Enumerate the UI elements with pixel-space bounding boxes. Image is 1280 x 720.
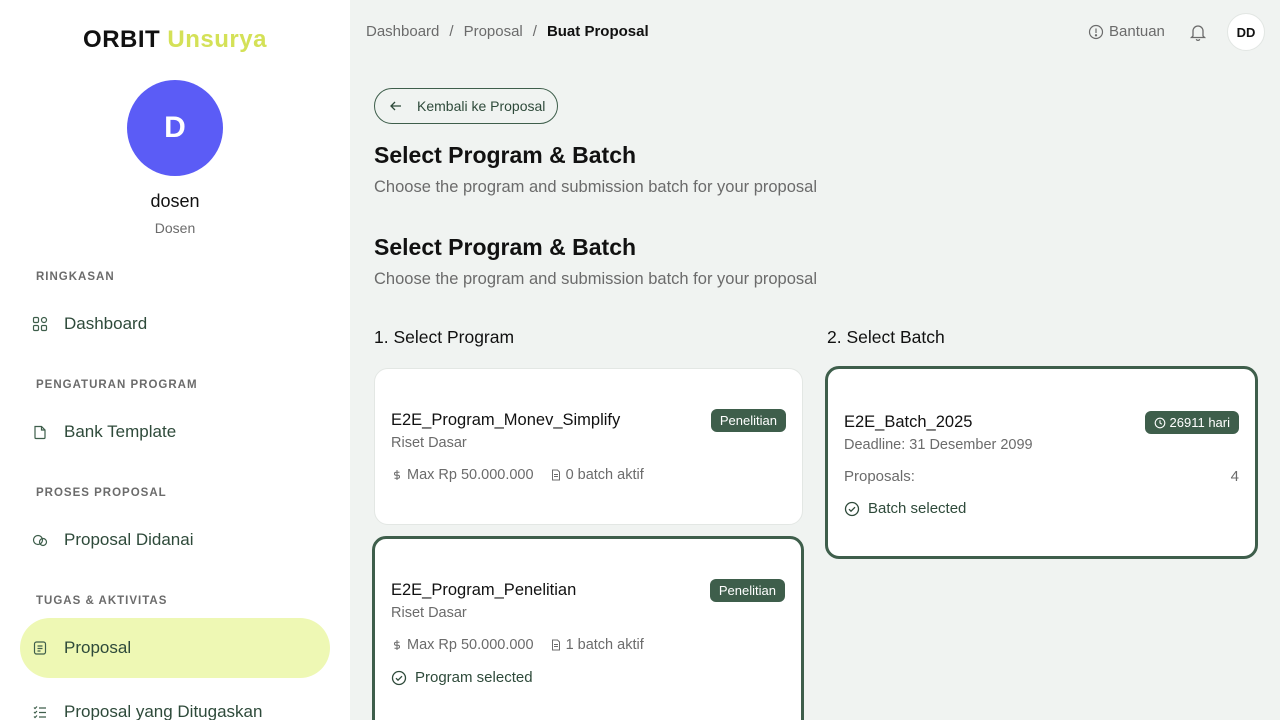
batch-name: E2E_Batch_2025	[844, 413, 973, 431]
program-category: Riset Dasar	[391, 435, 467, 451]
program-card[interactable]: E2E_Program_Monev_Simplify Penelitian Ri…	[374, 368, 803, 525]
brand-logo[interactable]: ORBIT Unsurya	[0, 26, 350, 54]
check-circle-icon	[844, 501, 860, 516]
select-batch-title: 2. Select Batch	[827, 327, 945, 347]
breadcrumb: Dashboard / Proposal / Buat Proposal	[366, 23, 649, 40]
coins-icon	[32, 532, 48, 548]
help-label: Bantuan	[1109, 23, 1165, 40]
checklist-icon	[32, 704, 48, 720]
dollar-icon	[394, 640, 400, 650]
clock-icon	[1154, 417, 1165, 428]
program-meta: Max Rp 50.000.000 1 batch aktif	[391, 637, 644, 653]
breadcrumb-separator: /	[532, 23, 537, 40]
sidebar-item-label: Bank Template	[64, 422, 177, 441]
section-title-ringkasan: RINGKASAN	[36, 271, 115, 283]
batch-proposals-count: 4	[1230, 468, 1239, 485]
user-role: Dosen	[154, 220, 196, 236]
sidebar-item-label: Proposal Didanai	[64, 530, 194, 549]
brand-part1: ORBIT	[83, 26, 161, 53]
page-title: Select Program & Batch	[374, 142, 637, 168]
section-title-tugas: TUGAS & AKTIVITAS	[36, 595, 168, 607]
batch-proposals-label: Proposals:	[844, 468, 915, 485]
document-icon	[551, 469, 560, 481]
program-name: E2E_Program_Monev_Simplify	[391, 411, 621, 429]
dollar-icon	[394, 470, 400, 480]
section-subtitle: Choose the program and submission batch …	[374, 270, 817, 288]
arrow-left-icon	[390, 101, 401, 111]
user-avatar-small[interactable]: DD	[1227, 13, 1265, 51]
program-batches: 1 batch aktif	[565, 637, 644, 653]
grid-icon	[32, 316, 48, 332]
sidebar-item-label: Proposal yang Ditugaskan	[64, 702, 263, 720]
back-button-label: Kembali ke Proposal	[417, 98, 546, 114]
breadcrumb-separator: /	[449, 23, 454, 40]
document-icon	[32, 640, 48, 656]
back-button[interactable]: Kembali ke Proposal	[374, 88, 559, 124]
breadcrumb-current: Buat Proposal	[546, 23, 649, 40]
info-icon	[1088, 24, 1104, 39]
program-card-selected[interactable]: E2E_Program_Penelitian Penelitian Riset …	[372, 536, 804, 720]
user-avatar: D	[127, 80, 223, 176]
sidebar-item-proposal[interactable]: Proposal	[20, 618, 330, 678]
sidebar-item-bank-template[interactable]: Bank Template	[20, 402, 330, 462]
program-selected-indicator: Program selected	[391, 669, 533, 686]
program-selected-label: Program selected	[415, 669, 533, 686]
sidebar-item-dashboard[interactable]: Dashboard	[20, 294, 330, 354]
sidebar-item-proposal-didanai[interactable]: Proposal Didanai	[20, 510, 330, 570]
page-subtitle: Choose the program and submission batch …	[374, 178, 817, 196]
program-type-badge: Penelitian	[709, 579, 785, 602]
program-batches: 0 batch aktif	[565, 467, 644, 483]
batch-card-selected[interactable]: E2E_Batch_2025 26911 hari Deadline: 31 D…	[825, 366, 1258, 559]
program-type-badge: Penelitian	[710, 409, 786, 432]
section-title-pengaturan: PENGATURAN PROGRAM	[36, 379, 198, 391]
program-name: E2E_Program_Penelitian	[391, 581, 577, 599]
batch-days: 26911 hari	[1169, 415, 1230, 430]
select-program-title: 1. Select Program	[374, 327, 515, 347]
batch-days-badge: 26911 hari	[1144, 411, 1239, 434]
sidebar-item-label: Dashboard	[64, 314, 148, 333]
bell-icon[interactable]	[1188, 22, 1208, 42]
brand-part2: Unsurya	[167, 26, 267, 53]
user-name: dosen	[150, 191, 200, 211]
breadcrumb-proposal[interactable]: Proposal	[464, 23, 523, 40]
document-icon	[551, 639, 560, 651]
program-max: Max Rp 50.000.000	[407, 467, 534, 483]
check-circle-icon	[391, 670, 407, 685]
section-title: Select Program & Batch	[374, 234, 637, 260]
batch-selected-label: Batch selected	[868, 500, 967, 517]
batch-proposals-row: Proposals: 4	[844, 468, 1239, 485]
sidebar: ORBIT Unsurya D dosen Dosen RINGKASAN Da…	[0, 0, 350, 720]
batch-deadline: Deadline: 31 Desember 2099	[844, 437, 1033, 453]
breadcrumb-dashboard[interactable]: Dashboard	[366, 23, 439, 40]
help-button[interactable]: Bantuan	[1088, 23, 1165, 40]
program-category: Riset Dasar	[391, 605, 467, 621]
sidebar-item-proposal-ditugaskan[interactable]: Proposal yang Ditugaskan	[20, 682, 330, 720]
program-max: Max Rp 50.000.000	[407, 637, 534, 653]
program-meta: Max Rp 50.000.000 0 batch aktif	[391, 467, 644, 483]
file-icon	[32, 424, 48, 440]
section-title-proses: PROSES PROPOSAL	[36, 487, 167, 499]
sidebar-item-label: Proposal	[64, 638, 132, 657]
batch-selected-indicator: Batch selected	[844, 500, 966, 517]
